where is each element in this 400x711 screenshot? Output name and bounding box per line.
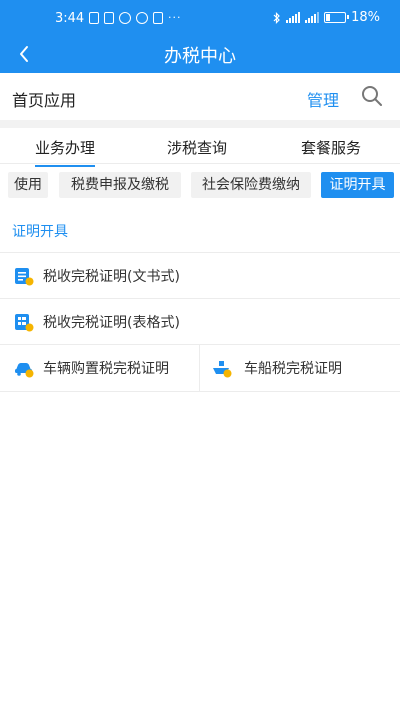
chip-use[interactable]: 使用 [8, 172, 48, 198]
notification-icon [89, 11, 99, 24]
tab-tax-query[interactable]: 涉税查询 [167, 137, 227, 158]
list-item-label: 税收完税证明(文书式) [43, 269, 180, 285]
category-chips: 使用 税费申报及缴税 社会保险费缴纳 证明开具 [0, 172, 400, 200]
bluetooth-icon [273, 11, 280, 24]
nav-bar: 办税中心 [0, 36, 400, 73]
battery-level: 18% [351, 10, 380, 25]
list-item[interactable]: 车辆购置税完税证明 [0, 345, 199, 391]
chip-tax-declaration[interactable]: 税费申报及缴税 [59, 172, 181, 198]
home-apps-title: 首页应用 [12, 91, 77, 110]
status-bar: 3:44 ··· 18% [0, 0, 400, 36]
battery-icon [324, 12, 350, 23]
car-icon [15, 363, 34, 378]
app-notification-icon [136, 11, 148, 24]
document-certificate-icon [15, 268, 34, 286]
list-item-label: 税收完税证明(表格式) [43, 315, 180, 331]
form-certificate-icon [15, 314, 34, 332]
group-title: 证明开具 [12, 224, 68, 240]
signal-icon [305, 12, 320, 23]
manage-button[interactable]: 管理 [307, 87, 339, 111]
app-notification-icon [119, 11, 131, 24]
tab-package-service[interactable]: 套餐服务 [301, 137, 361, 158]
more-notifications-icon: ··· [168, 11, 182, 24]
home-apps-header: 首页应用 管理 [0, 73, 400, 120]
notification-icons: ··· [89, 11, 182, 24]
list-item-label: 车辆购置税完税证明 [43, 361, 169, 377]
list-item[interactable]: 税收完税证明(文书式) [0, 252, 400, 299]
chip-social-insurance[interactable]: 社会保险费缴纳 [191, 172, 311, 198]
tab-business[interactable]: 业务办理 [35, 137, 96, 167]
list-item-label: 车船税完税证明 [244, 361, 342, 377]
search-icon[interactable] [360, 84, 384, 108]
status-time: 3:44 [55, 11, 85, 26]
chip-certificate[interactable]: 证明开具 [321, 172, 394, 198]
list-row: 车辆购置税完税证明 车船税完税证明 [0, 344, 400, 392]
status-right: 18% [273, 10, 380, 25]
notification-icon [104, 11, 114, 24]
list-item[interactable]: 车船税完税证明 [200, 345, 400, 391]
signal-icon [286, 12, 301, 23]
ship-icon [213, 361, 232, 378]
calendar-notification-icon [153, 11, 163, 24]
tab-bar: 业务办理 涉税查询 套餐服务 [0, 128, 400, 167]
page-title: 办税中心 [164, 46, 236, 67]
section-divider [0, 120, 400, 128]
list-item[interactable]: 税收完税证明(表格式) [0, 298, 400, 345]
app-header: 3:44 ··· 18% 办税中心 [0, 0, 400, 73]
